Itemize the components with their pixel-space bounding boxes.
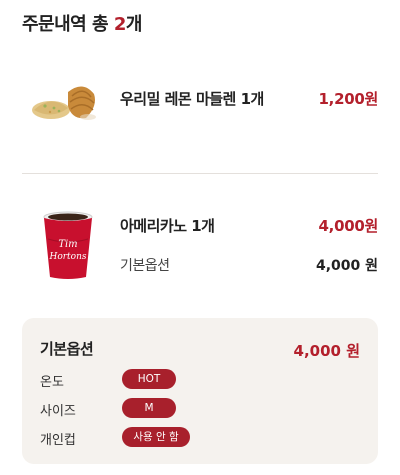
option-details-box: 기본옵션 4,000 원 온도 HOT 사이즈 M 개인컵 사용 안 함 bbox=[22, 318, 378, 464]
coffee-cup-icon: Tim Hortons bbox=[38, 209, 98, 281]
option-box-title: 기본옵션 bbox=[40, 340, 94, 358]
item-count: 2 bbox=[113, 14, 127, 35]
cup-logo-line1: Tim bbox=[58, 239, 77, 250]
option-price: 4,000 원 bbox=[315, 258, 378, 274]
option-label-size: 사이즈 bbox=[40, 404, 76, 419]
option-label-personal-cup: 개인컵 bbox=[40, 433, 76, 448]
option-label-temperature: 온도 bbox=[40, 375, 64, 390]
option-name: 기본옵션 bbox=[120, 258, 170, 274]
option-box-price: 4,000 원 bbox=[293, 342, 360, 360]
title-prefix: 주문내역 총 bbox=[22, 14, 114, 35]
madeleine-icon bbox=[28, 72, 108, 132]
item-name: 아메리카노 1개 bbox=[120, 217, 215, 235]
order-item-madeleine: 우리밀 레몬 마들렌 1개 1,200원 bbox=[0, 72, 400, 132]
order-item-americano: Tim Hortons 아메리카노 1개 4,000원 기본옵션 4,000 원 bbox=[0, 205, 400, 285]
item-price: 4,000원 bbox=[318, 217, 379, 235]
item-price: 1,200원 bbox=[318, 90, 379, 108]
option-value-temperature: HOT bbox=[122, 369, 176, 389]
order-summary-title: 주문내역 총 2개 bbox=[22, 10, 142, 36]
cup-logo-line2: Hortons bbox=[48, 252, 86, 262]
divider bbox=[22, 173, 378, 174]
item-name: 우리밀 레몬 마들렌 1개 bbox=[120, 90, 264, 108]
title-suffix: 개 bbox=[125, 14, 143, 35]
option-value-size: M bbox=[122, 398, 176, 418]
option-value-personal-cup: 사용 안 함 bbox=[122, 427, 190, 447]
